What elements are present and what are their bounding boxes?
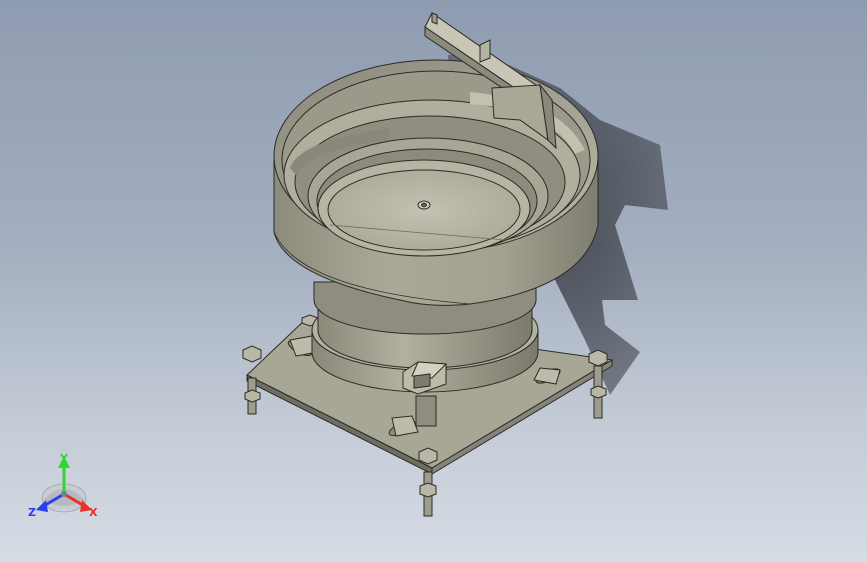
coordinate-triad[interactable]: Y X Z bbox=[28, 452, 98, 519]
center-post bbox=[415, 395, 437, 427]
z-axis-arrow bbox=[36, 500, 48, 512]
y-axis-label: Y bbox=[59, 452, 69, 465]
cad-viewport[interactable]: Y X Z bbox=[0, 0, 867, 562]
x-axis-label: X bbox=[89, 506, 98, 519]
model-view[interactable]: Y X Z bbox=[0, 0, 867, 562]
z-axis-label: Z bbox=[28, 506, 36, 519]
